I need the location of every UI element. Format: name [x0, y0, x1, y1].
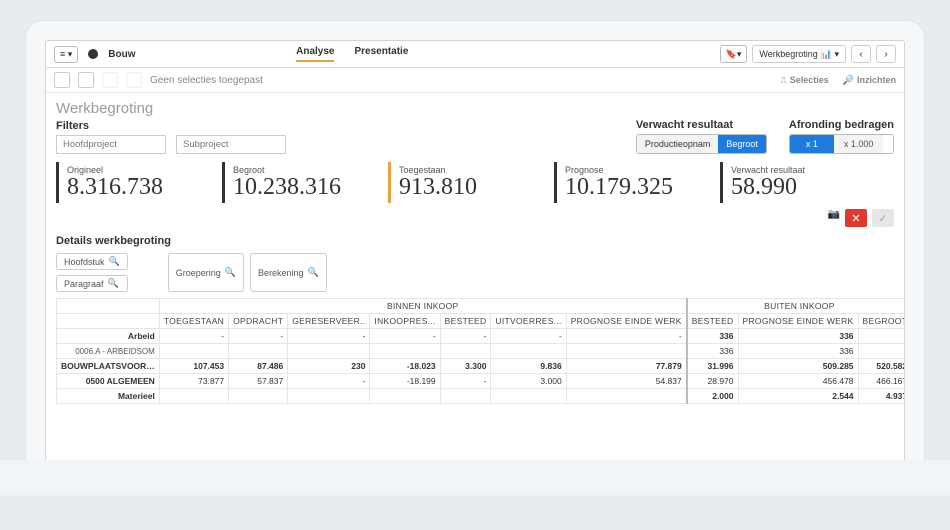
- chip-paragraaf[interactable]: Paragraaf🔍: [56, 275, 128, 292]
- search-icon: 🔍: [108, 278, 119, 289]
- search-icon: 🔍: [308, 267, 319, 278]
- chip-groepering[interactable]: Groepering🔍: [168, 253, 244, 292]
- super-buiten: BUITEN INKOOP: [687, 299, 905, 314]
- kpi-origineel: Origineel8.316.738: [56, 162, 216, 203]
- search-icon: 🔍: [109, 256, 120, 267]
- filter-hoofdproject[interactable]: Hoofdproject: [56, 135, 166, 154]
- inzichten-link[interactable]: 🔎 Inzichten: [843, 75, 896, 86]
- kpi-row: Origineel8.316.738 Begroot10.238.316 Toe…: [56, 162, 894, 203]
- confirm-button[interactable]: ✓: [872, 209, 894, 227]
- row-arbeid: Arbeid-------336336-: [57, 329, 906, 344]
- details-table[interactable]: BINNEN INKOOP BUITEN INKOOP TOEGESTAANOP…: [56, 298, 905, 404]
- search-icon: 🔍: [225, 267, 236, 278]
- details-title: Details werkbegroting: [56, 235, 894, 247]
- kpi-verwacht: Verwacht resultaat58.990: [720, 162, 894, 203]
- kpi-begroot: Begroot10.238.316: [222, 162, 382, 203]
- toolbar-icon-4: [126, 72, 142, 88]
- selecties-link[interactable]: ⎍ Selecties: [780, 75, 828, 86]
- row-materieel: Materieel2.0002.5444.937: [57, 389, 906, 404]
- tab-presentatie[interactable]: Presentatie: [354, 46, 408, 62]
- seg-x1000[interactable]: x 1.000: [834, 135, 884, 153]
- filter-subproject[interactable]: Subproject: [176, 135, 286, 154]
- topbar: ≡ ▾ Bouw Analyse Presentatie 🔖▾ Werkbegr…: [46, 41, 904, 68]
- afronding-label: Afronding bedragen: [789, 119, 894, 131]
- globe-icon: [88, 49, 98, 59]
- row-algemeen: 0500 ALGEMEEN73.87757.837--18.199-3.0005…: [57, 374, 906, 389]
- tab-analyse[interactable]: Analyse: [296, 46, 334, 62]
- toolbar-icon-3: [102, 72, 118, 88]
- seg-begroot[interactable]: Begroot: [718, 135, 766, 153]
- kpi-toegestaan: Toegestaan913.810: [388, 162, 548, 203]
- prev-sheet[interactable]: ‹: [851, 45, 871, 63]
- filters-label: Filters: [56, 120, 286, 132]
- close-button[interactable]: ✕: [845, 209, 867, 227]
- camera-icon[interactable]: 📷: [828, 209, 840, 227]
- bookmark-button[interactable]: 🔖▾: [720, 45, 748, 63]
- sheet-selector[interactable]: Werkbegroting 📊 ▾: [752, 45, 846, 63]
- page-title: Werkbegroting: [56, 100, 894, 117]
- kpi-prognose: Prognose10.179.325: [554, 162, 714, 203]
- brand: Bouw: [108, 49, 135, 60]
- super-binnen: BINNEN INKOOP: [159, 299, 686, 314]
- row-bouwplaats: BOUWPLAATSVOOR…107.45387.486230-18.0233.…: [57, 359, 906, 374]
- toolbar-icon-2[interactable]: [78, 72, 94, 88]
- chip-hoofdstuk[interactable]: Hoofdstuk🔍: [56, 253, 128, 270]
- seg-x1[interactable]: x 1: [790, 135, 834, 153]
- toolbar-icon-1[interactable]: [54, 72, 70, 88]
- chip-berekening[interactable]: Berekening🔍: [250, 253, 327, 292]
- row-arbeidsom: 0006.A - ARBEIDSOM336336: [57, 344, 906, 359]
- next-sheet[interactable]: ›: [876, 45, 896, 63]
- selection-toolbar: Geen selecties toegepast ⎍ Selecties 🔎 I…: [46, 68, 904, 93]
- verwacht-label: Verwacht resultaat: [636, 119, 767, 131]
- no-selection-text: Geen selecties toegepast: [150, 75, 263, 86]
- menu-button[interactable]: ≡ ▾: [54, 46, 78, 63]
- seg-productieopname[interactable]: Productieopnam: [637, 135, 719, 153]
